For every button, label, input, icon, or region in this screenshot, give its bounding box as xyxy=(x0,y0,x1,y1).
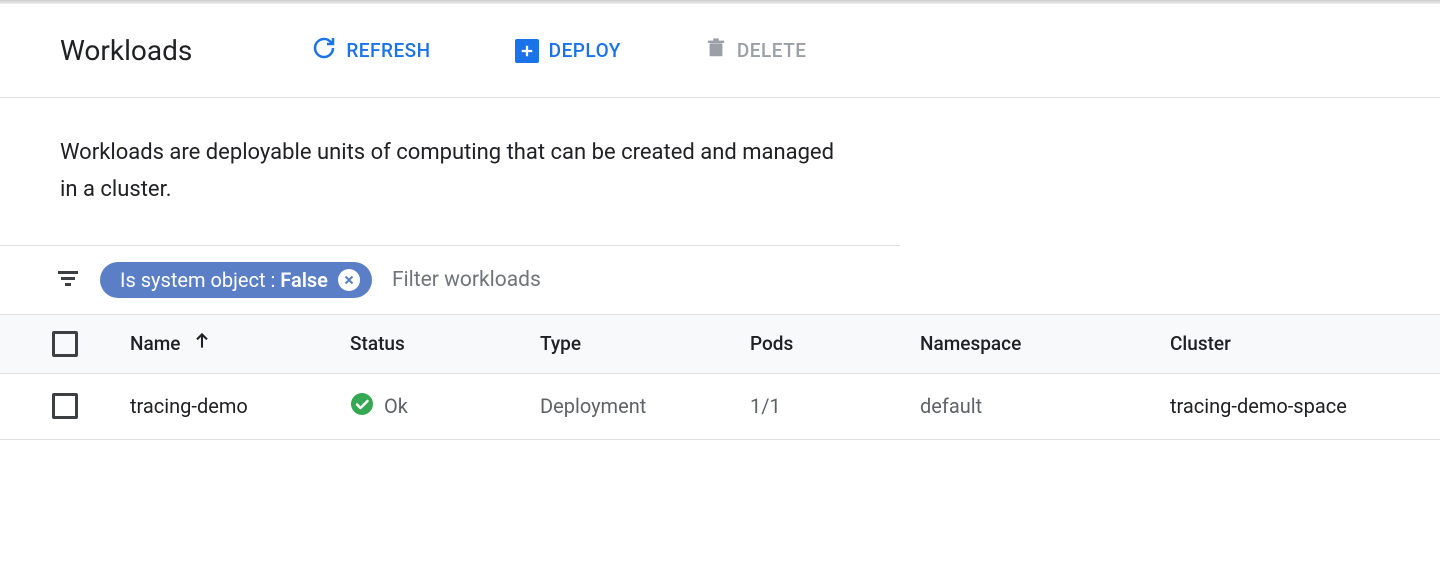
sort-ascending-icon xyxy=(192,331,212,356)
select-all-checkbox[interactable] xyxy=(52,331,78,357)
chip-value: False xyxy=(280,268,328,292)
cell-name[interactable]: tracing-demo xyxy=(130,394,350,418)
filter-bar: Is system object : False xyxy=(0,246,1440,314)
chip-close-icon[interactable] xyxy=(338,269,360,291)
column-header-name[interactable]: Name xyxy=(130,331,350,356)
cell-status: Ok xyxy=(384,394,408,418)
column-header-type[interactable]: Type xyxy=(540,332,750,355)
workloads-table: Name Status Type Pods Namespace Cluster … xyxy=(0,314,1440,440)
page-description: Workloads are deployable units of comput… xyxy=(0,98,900,246)
plus-icon xyxy=(515,39,539,63)
table-header: Name Status Type Pods Namespace Cluster xyxy=(0,314,1440,374)
filter-input[interactable] xyxy=(392,268,1384,292)
refresh-button[interactable]: Refresh xyxy=(298,28,444,73)
column-header-cluster[interactable]: Cluster xyxy=(1170,332,1440,355)
deploy-button[interactable]: Deploy xyxy=(501,31,635,71)
row-checkbox[interactable] xyxy=(52,393,78,419)
column-name-label: Name xyxy=(130,332,180,355)
table-row[interactable]: tracing-demo Ok Deployment 1/1 default t… xyxy=(0,374,1440,440)
filter-icon[interactable] xyxy=(56,266,80,294)
filter-chip[interactable]: Is system object : False xyxy=(100,262,372,298)
deploy-label: Deploy xyxy=(549,39,621,62)
chip-label: Is system object : False xyxy=(120,268,328,292)
trash-icon xyxy=(705,37,727,64)
page-header: Workloads Refresh Deploy D xyxy=(0,4,1440,98)
delete-label: Delete xyxy=(737,39,807,62)
cell-pods: 1/1 xyxy=(750,394,920,418)
chip-prefix: Is system object : xyxy=(120,268,280,292)
refresh-icon xyxy=(312,36,336,65)
column-header-namespace[interactable]: Namespace xyxy=(920,332,1170,355)
cell-type: Deployment xyxy=(540,394,750,418)
column-header-status[interactable]: Status xyxy=(350,332,540,355)
cell-cluster[interactable]: tracing-demo-space xyxy=(1170,394,1440,418)
cell-namespace: default xyxy=(920,394,1170,418)
delete-button[interactable]: Delete xyxy=(691,29,821,72)
refresh-label: Refresh xyxy=(346,39,430,62)
page-title: Workloads xyxy=(60,34,192,67)
column-header-pods[interactable]: Pods xyxy=(750,332,920,355)
status-ok-icon xyxy=(350,392,374,421)
